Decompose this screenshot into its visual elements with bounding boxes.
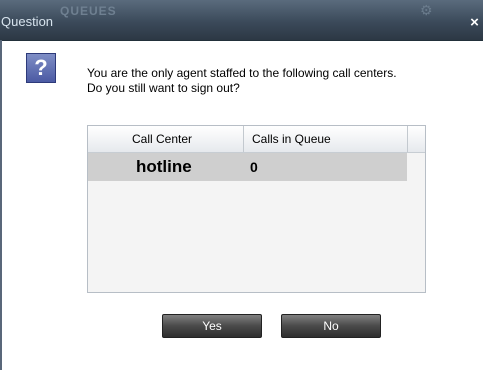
column-header-call-center[interactable]: Call Center [88, 126, 244, 152]
window-frame [0, 40, 2, 370]
table-header: Call Center Calls in Queue [88, 126, 425, 153]
message-line-2: Do you still want to sign out? [87, 81, 240, 95]
column-header-calls-in-queue[interactable]: Calls in Queue [244, 126, 408, 152]
calls-in-queue-cell: 0 [250, 159, 258, 175]
background-window-title: QUEUES [60, 4, 117, 18]
title-bar: QUEUES Question ⚙ × [0, 0, 483, 41]
message-line-1: You are the only agent staffed to the fo… [87, 66, 397, 80]
background-gear-icon: ⚙ [420, 2, 433, 18]
no-button[interactable]: No [281, 314, 381, 338]
call-center-cell: hotline [136, 157, 192, 176]
call-center-table: Call Center Calls in Queue hotline 0 [87, 125, 426, 293]
question-mark-icon: ? [26, 53, 56, 83]
dialog-message: You are the only agent staffed to the fo… [87, 66, 427, 96]
table-row[interactable]: hotline 0 [88, 153, 407, 181]
yes-button[interactable]: Yes [162, 314, 262, 338]
dialog-title: Question [1, 14, 54, 29]
column-header-spacer [408, 126, 425, 152]
close-icon[interactable]: × [466, 14, 483, 32]
